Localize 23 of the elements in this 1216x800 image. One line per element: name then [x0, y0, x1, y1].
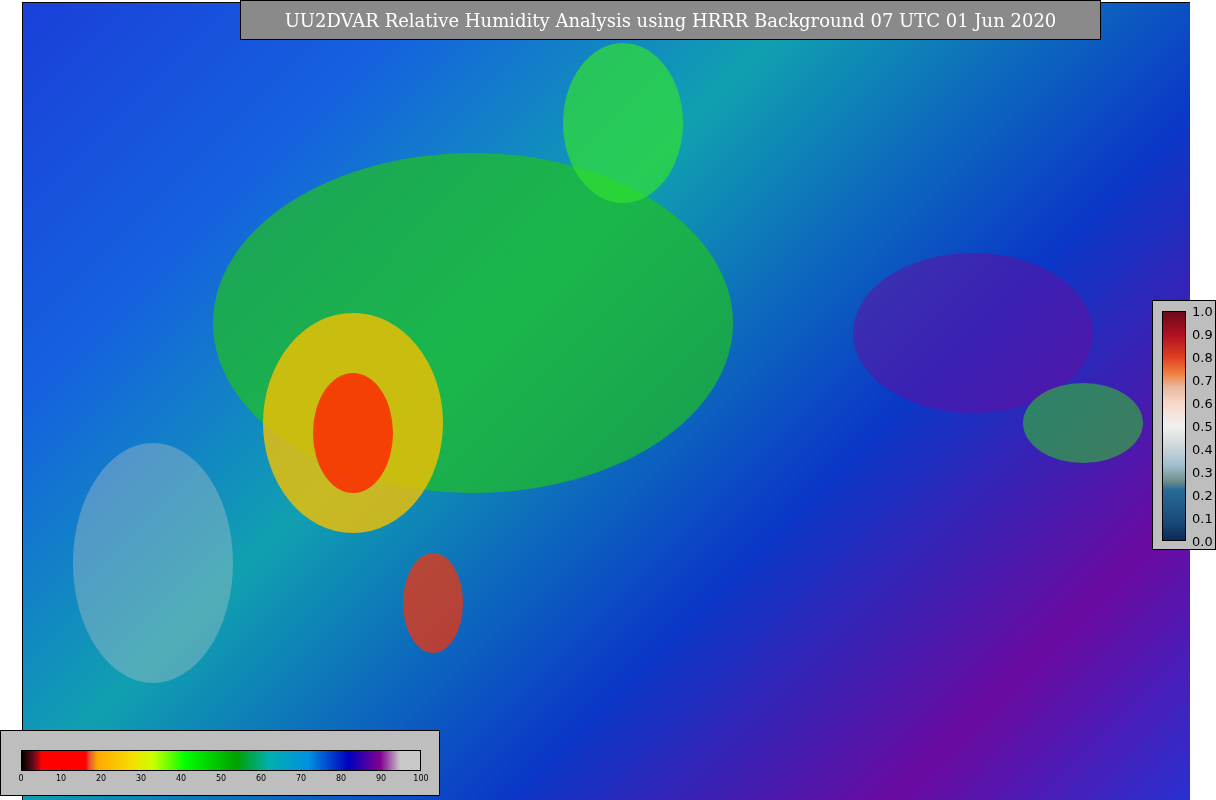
colorbar-tick-label: 80	[335, 775, 347, 783]
colorbar-tick-label: 10	[55, 775, 67, 783]
colorbar-tick-label: 30	[135, 775, 147, 783]
colorbar-tick-label: 40	[175, 775, 187, 783]
colorbar-tick-label: 0.0	[1192, 534, 1213, 548]
colorbar-tick-label: 0.4	[1192, 442, 1213, 456]
colorbar-tick-label: 0.8	[1192, 350, 1213, 364]
colorbar-tick-label: 0.9	[1192, 327, 1213, 341]
colorbar-tick-label: 100	[413, 775, 429, 783]
colorbar-tick-label: 0.2	[1192, 488, 1213, 502]
colorbar-tick-label: 0.3	[1192, 465, 1213, 479]
colorbar-tick-label: 0	[18, 775, 24, 783]
colorbar-tick-label: 20	[95, 775, 107, 783]
colorbar-tick-label: 50	[215, 775, 227, 783]
colorbar-tick-label: 60	[255, 775, 267, 783]
colorbar-tick-label: 0.7	[1192, 373, 1213, 387]
colorbar-tick-label: 90	[375, 775, 387, 783]
colorbar-tick-label: 0.6	[1192, 396, 1213, 410]
map-title: UU2DVAR Relative Humidity Analysis using HRRR Background 07 UTC 01 Jun 2020	[240, 0, 1101, 40]
colorbar-tick-label: 0.1	[1192, 511, 1213, 525]
colorbar-tick-label: 70	[295, 775, 307, 783]
colorbar-tick-label: 1.0	[1192, 304, 1213, 318]
colorbar-tick-label: 0.5	[1192, 419, 1213, 433]
